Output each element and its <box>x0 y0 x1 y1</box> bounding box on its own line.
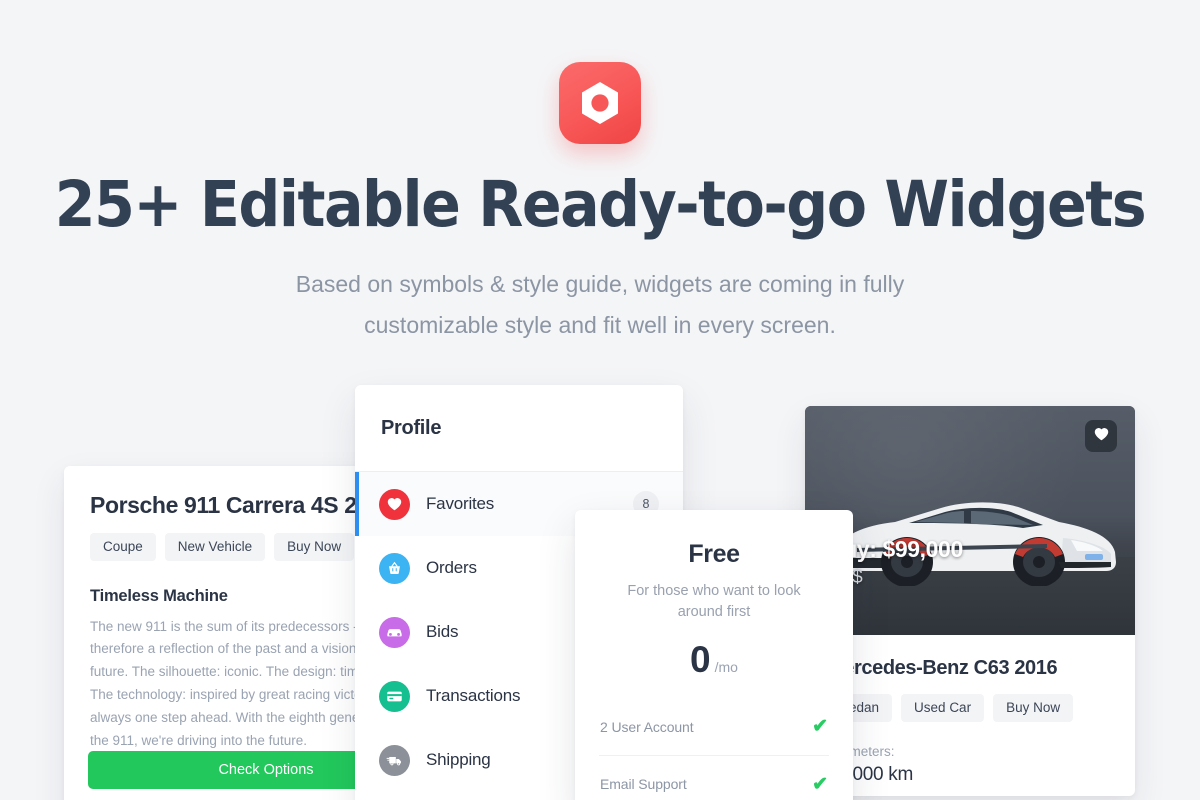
listing-tag-row: Sedan Used Car Buy Now <box>827 694 1113 722</box>
vehicle-tag[interactable]: New Vehicle <box>164 533 266 561</box>
kilometers-value: 32,000 km <box>827 763 914 785</box>
subtitle-line-1: Based on symbols & style guide, widgets … <box>295 271 905 298</box>
heart-icon <box>1094 427 1109 446</box>
page-title: 25+ Editable Ready-to-go Widgets <box>54 168 1147 241</box>
sidebar-item-label: Favorites <box>426 494 495 513</box>
plan-description: For those who want to look around first <box>627 583 801 621</box>
sidebar-item-label: Bids <box>426 622 459 641</box>
vehicle-photo: Buy: $99,000 $$$ <box>805 406 1135 635</box>
page-subtitle: Based on symbols & style guide, widgets … <box>250 264 950 346</box>
plan-price: 0 /mo <box>599 641 829 678</box>
favorite-button[interactable] <box>1085 420 1117 452</box>
check-icon: ✔ <box>812 716 828 738</box>
sidebar-item-label: Orders <box>426 558 477 577</box>
basket-icon <box>379 552 410 584</box>
plan-feature-list: 2 User Account ✔ Email Support ✔ <box>599 698 829 800</box>
vehicle-tag[interactable]: Buy Now <box>274 533 355 561</box>
app-logo <box>559 62 641 144</box>
plan-feature-row: 2 User Account ✔ <box>599 698 829 755</box>
hexagon-nut-icon <box>579 80 621 126</box>
truck-icon <box>379 744 410 776</box>
pricing-card-inner: Free For those who want to look around f… <box>575 510 853 800</box>
sidebar-item-label: Shipping <box>426 750 491 769</box>
listing-tag[interactable]: Buy Now <box>993 694 1074 722</box>
listing-body: Mercedes-Benz C63 2016 Sedan Used Car Bu… <box>805 635 1135 786</box>
profile-title: Profile <box>381 416 442 439</box>
sidebar-item-label: Transactions <box>426 686 521 705</box>
page-root: 25+ Editable Ready-to-go Widgets Based o… <box>0 0 1200 800</box>
plan-feature-label: 2 User Account <box>600 718 694 735</box>
plan-feature-row: Email Support ✔ <box>599 755 829 800</box>
hero-section: 25+ Editable Ready-to-go Widgets Based o… <box>0 0 1200 346</box>
listing-title: Mercedes-Benz C63 2016 <box>827 657 1058 679</box>
plan-name: Free <box>688 540 740 568</box>
plan-feature-label: Email Support <box>600 776 687 793</box>
credit-card-icon <box>379 680 410 712</box>
heart-icon <box>379 488 410 520</box>
plan-period: /mo <box>714 659 738 676</box>
car-icon <box>379 616 410 648</box>
listing-tag[interactable]: Used Car <box>901 694 985 722</box>
plan-amount: 0 <box>690 639 711 681</box>
vehicle-listing-card[interactable]: Buy: $99,000 $$$ Mercedes-Benz C63 2016 … <box>805 406 1135 796</box>
kilometers-label: Kilometers: <box>827 743 895 759</box>
pricing-plan-card: Free For those who want to look around f… <box>575 510 853 800</box>
check-icon: ✔ <box>812 773 828 795</box>
subtitle-line-2: customizable style and fit well in every… <box>364 312 836 339</box>
vehicle-tag[interactable]: Coupe <box>90 533 156 561</box>
profile-card-header: Profile <box>355 385 683 472</box>
